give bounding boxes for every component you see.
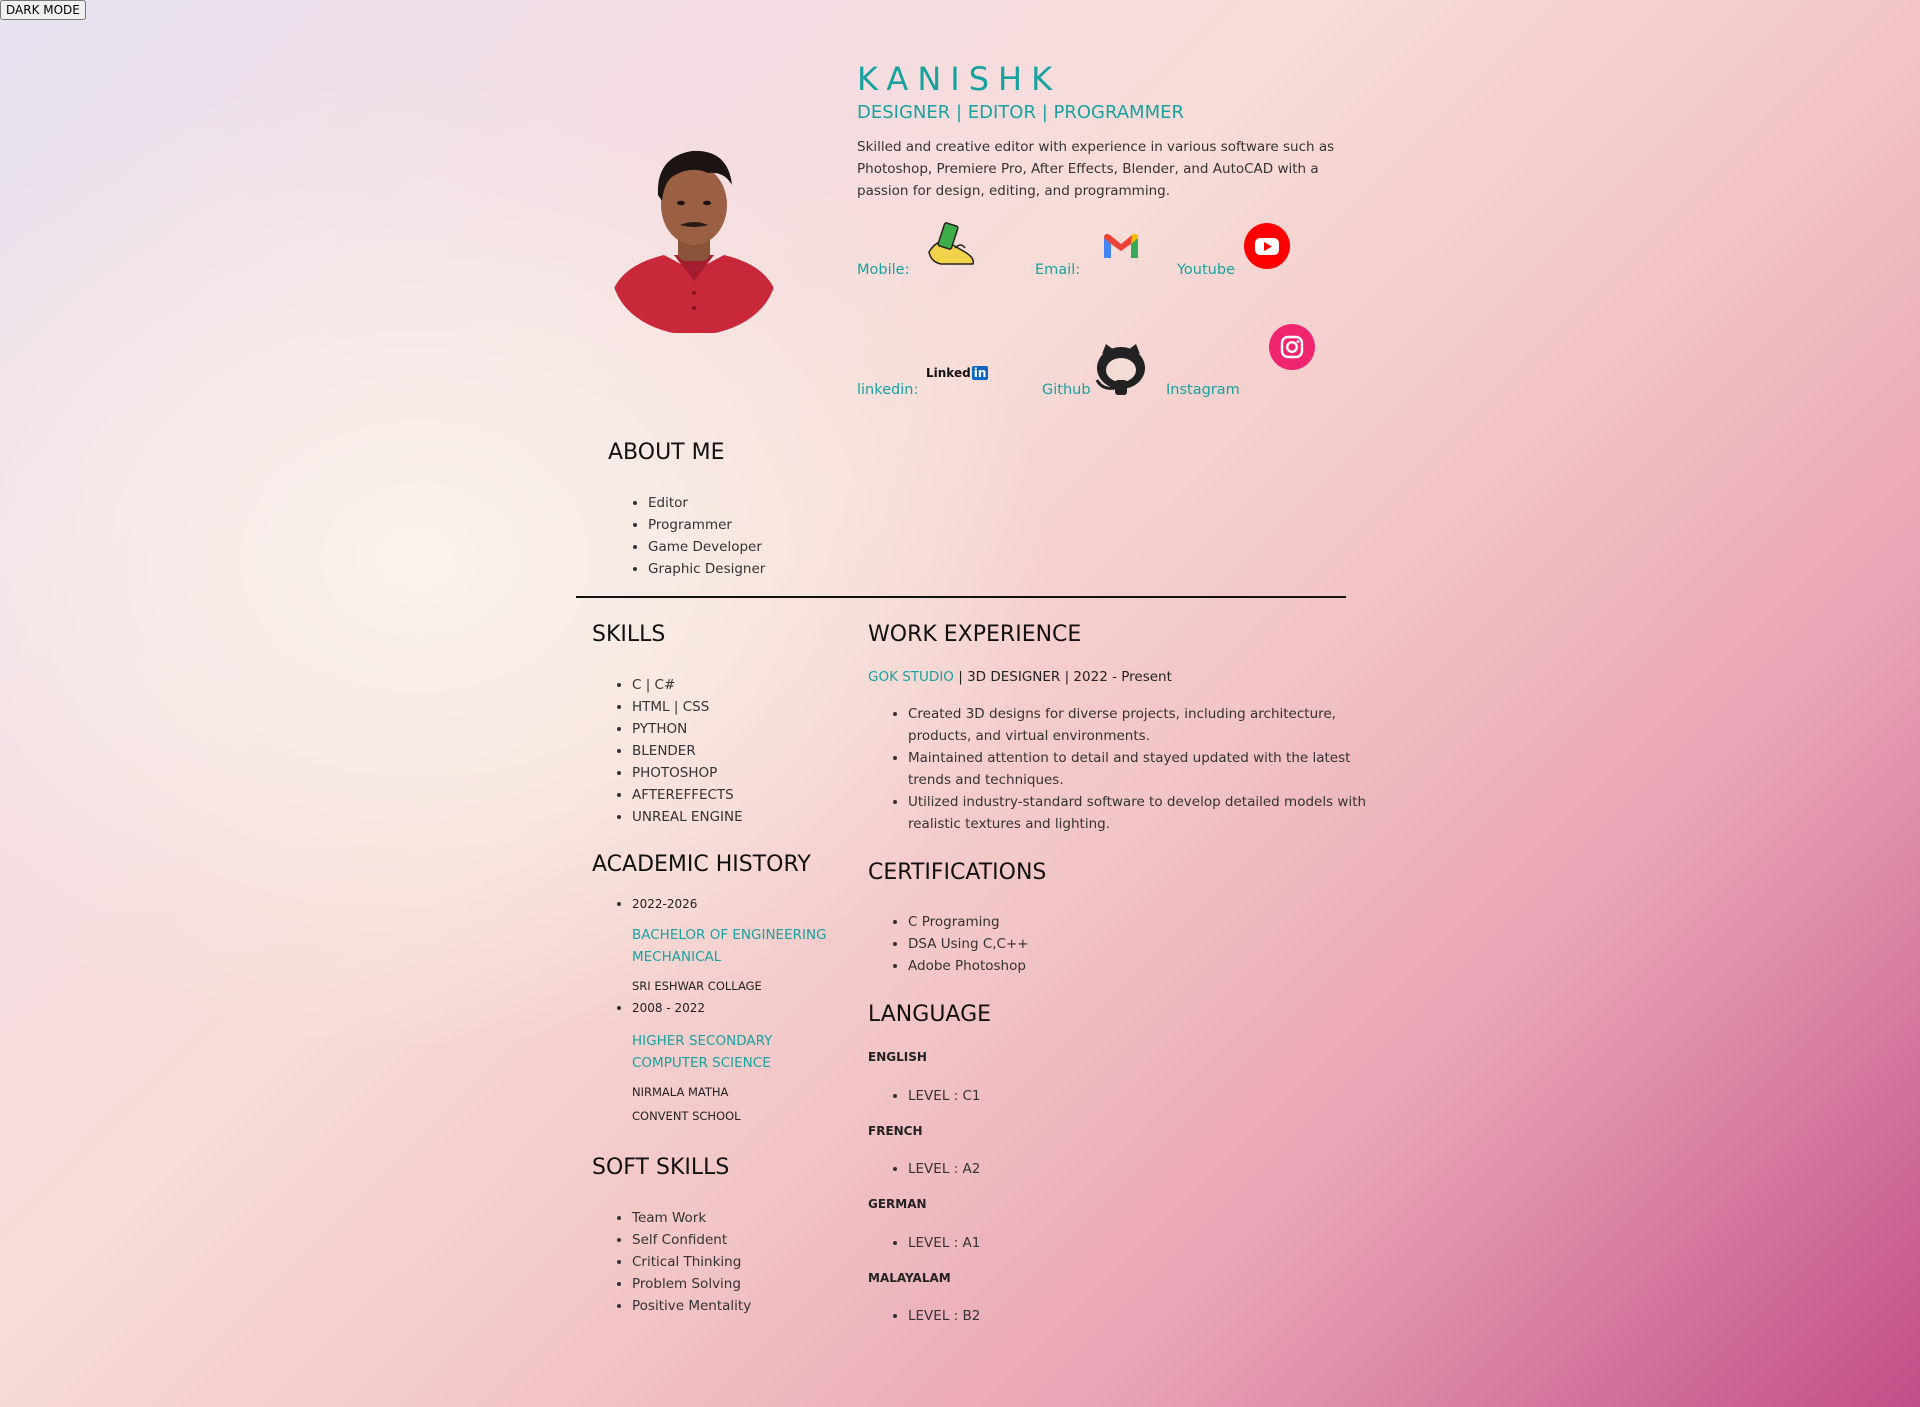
academic-years: 2022-2026 bbox=[632, 897, 698, 911]
list-item: C | C# bbox=[632, 674, 743, 696]
linkedin-logo-box: in bbox=[971, 366, 989, 380]
work-bullets: Created 3D designs for diverse projects,… bbox=[888, 703, 1368, 835]
academic-history-title: ACADEMIC HISTORY bbox=[592, 852, 811, 877]
about-me-title: ABOUT ME bbox=[608, 440, 725, 465]
about-me-list: Editor Programmer Game Developer Graphic… bbox=[628, 492, 765, 580]
language-level-list: LEVEL : A1 bbox=[888, 1232, 980, 1254]
list-item: Team Work bbox=[632, 1207, 751, 1229]
academic-list: 2022-2026 BACHELOR OF ENGINEERING MECHAN… bbox=[612, 894, 862, 1128]
list-item: Game Developer bbox=[648, 536, 765, 558]
academic-degree-line: MECHANICAL bbox=[632, 949, 722, 965]
list-item: DSA Using C,C++ bbox=[908, 933, 1029, 955]
academic-school: NIRMALA MATHA bbox=[632, 1085, 729, 1099]
language-name: MALAYALAM bbox=[868, 1271, 951, 1285]
work-experience-title: WORK EXPERIENCE bbox=[868, 622, 1082, 647]
github-icon[interactable] bbox=[1092, 344, 1150, 400]
contact-linkedin-label: linkedin: bbox=[857, 382, 919, 398]
language-name: ENGLISH bbox=[868, 1050, 927, 1064]
gmail-icon[interactable] bbox=[1102, 232, 1140, 264]
list-item: Self Confident bbox=[632, 1229, 751, 1251]
section-divider bbox=[576, 596, 1346, 598]
dark-mode-button[interactable]: DARK MODE bbox=[0, 0, 86, 20]
language-title: LANGUAGE bbox=[868, 1002, 992, 1027]
language-name: GERMAN bbox=[868, 1197, 927, 1211]
academic-school: CONVENT SCHOOL bbox=[632, 1109, 741, 1123]
academic-school: SRI ESHWAR COLLAGE bbox=[632, 979, 762, 993]
list-item: Graphic Designer bbox=[648, 558, 765, 580]
list-item: C Programing bbox=[908, 911, 1029, 933]
list-item: PHOTOSHOP bbox=[632, 762, 743, 784]
list-item: Programmer bbox=[648, 514, 765, 536]
list-item: Editor bbox=[648, 492, 765, 514]
soft-skills-title: SOFT SKILLS bbox=[592, 1155, 730, 1180]
profile-photo bbox=[612, 143, 776, 333]
job-details: | 3D DESIGNER | 2022 - Present bbox=[953, 669, 1172, 685]
list-item: AFTEREFFECTS bbox=[632, 784, 743, 806]
academic-degree-line: COMPUTER SCIENCE bbox=[632, 1055, 771, 1071]
list-item: HTML | CSS bbox=[632, 696, 743, 718]
academic-degree-line: HIGHER SECONDARY bbox=[632, 1033, 773, 1049]
contact-instagram-label: Instagram bbox=[1166, 382, 1240, 398]
contact-mobile-label: Mobile: bbox=[857, 262, 910, 278]
skills-title: SKILLS bbox=[592, 622, 666, 647]
list-item: Maintained attention to detail and staye… bbox=[908, 747, 1368, 791]
list-item: Utilized industry-standard software to d… bbox=[908, 791, 1368, 835]
list-item: Positive Mentality bbox=[632, 1295, 751, 1317]
academic-entry: 2022-2026 BACHELOR OF ENGINEERING MECHAN… bbox=[632, 894, 862, 998]
language-level: LEVEL : A1 bbox=[908, 1232, 980, 1254]
linkedin-logo-text: Linked bbox=[926, 366, 971, 380]
language-name: FRENCH bbox=[868, 1124, 923, 1138]
contact-email-label: Email: bbox=[1035, 262, 1081, 278]
hand-phone-icon[interactable] bbox=[925, 222, 979, 270]
language-level: LEVEL : C1 bbox=[908, 1085, 980, 1107]
academic-degree: BACHELOR OF ENGINEERING MECHANICAL bbox=[632, 924, 862, 968]
list-item: UNREAL ENGINE bbox=[632, 806, 743, 828]
role-subtitle: DESIGNER | EDITOR | PROGRAMMER bbox=[857, 102, 1184, 123]
job-heading: GOK STUDIO | 3D DESIGNER | 2022 - Presen… bbox=[868, 669, 1172, 685]
instagram-icon[interactable] bbox=[1269, 324, 1315, 374]
intro-text: Skilled and creative editor with experie… bbox=[857, 139, 1335, 199]
language-level: LEVEL : A2 bbox=[908, 1158, 980, 1180]
academic-degree: HIGHER SECONDARY COMPUTER SCIENCE bbox=[632, 1030, 862, 1074]
academic-years: 2008 - 2022 bbox=[632, 1001, 706, 1015]
academic-degree-line: BACHELOR OF ENGINEERING bbox=[632, 927, 827, 943]
certifications-title: CERTIFICATIONS bbox=[868, 860, 1047, 885]
academic-entry: 2008 - 2022 HIGHER SECONDARY COMPUTER SC… bbox=[632, 998, 862, 1128]
list-item: Adobe Photoshop bbox=[908, 955, 1029, 977]
contact-youtube-label: Youtube bbox=[1177, 262, 1235, 278]
list-item: BLENDER bbox=[632, 740, 743, 762]
language-level: LEVEL : B2 bbox=[908, 1305, 980, 1327]
certifications-list: C Programing DSA Using C,C++ Adobe Photo… bbox=[888, 911, 1029, 977]
language-level-list: LEVEL : C1 bbox=[888, 1085, 980, 1107]
page-title: KANISHK bbox=[857, 60, 1062, 98]
youtube-icon[interactable] bbox=[1244, 223, 1290, 273]
language-level-list: LEVEL : A2 bbox=[888, 1158, 980, 1180]
soft-skills-list: Team Work Self Confident Critical Thinki… bbox=[612, 1207, 751, 1317]
list-item: Created 3D designs for diverse projects,… bbox=[908, 703, 1368, 747]
list-item: Problem Solving bbox=[632, 1273, 751, 1295]
linkedin-icon[interactable]: Linked in bbox=[926, 366, 989, 380]
skills-list: C | C# HTML | CSS PYTHON BLENDER PHOTOSH… bbox=[612, 674, 743, 828]
list-item: Critical Thinking bbox=[632, 1251, 751, 1273]
company-name: GOK STUDIO bbox=[868, 669, 954, 685]
list-item: PYTHON bbox=[632, 718, 743, 740]
language-level-list: LEVEL : B2 bbox=[888, 1305, 980, 1327]
contact-github-label: Github bbox=[1042, 382, 1091, 398]
